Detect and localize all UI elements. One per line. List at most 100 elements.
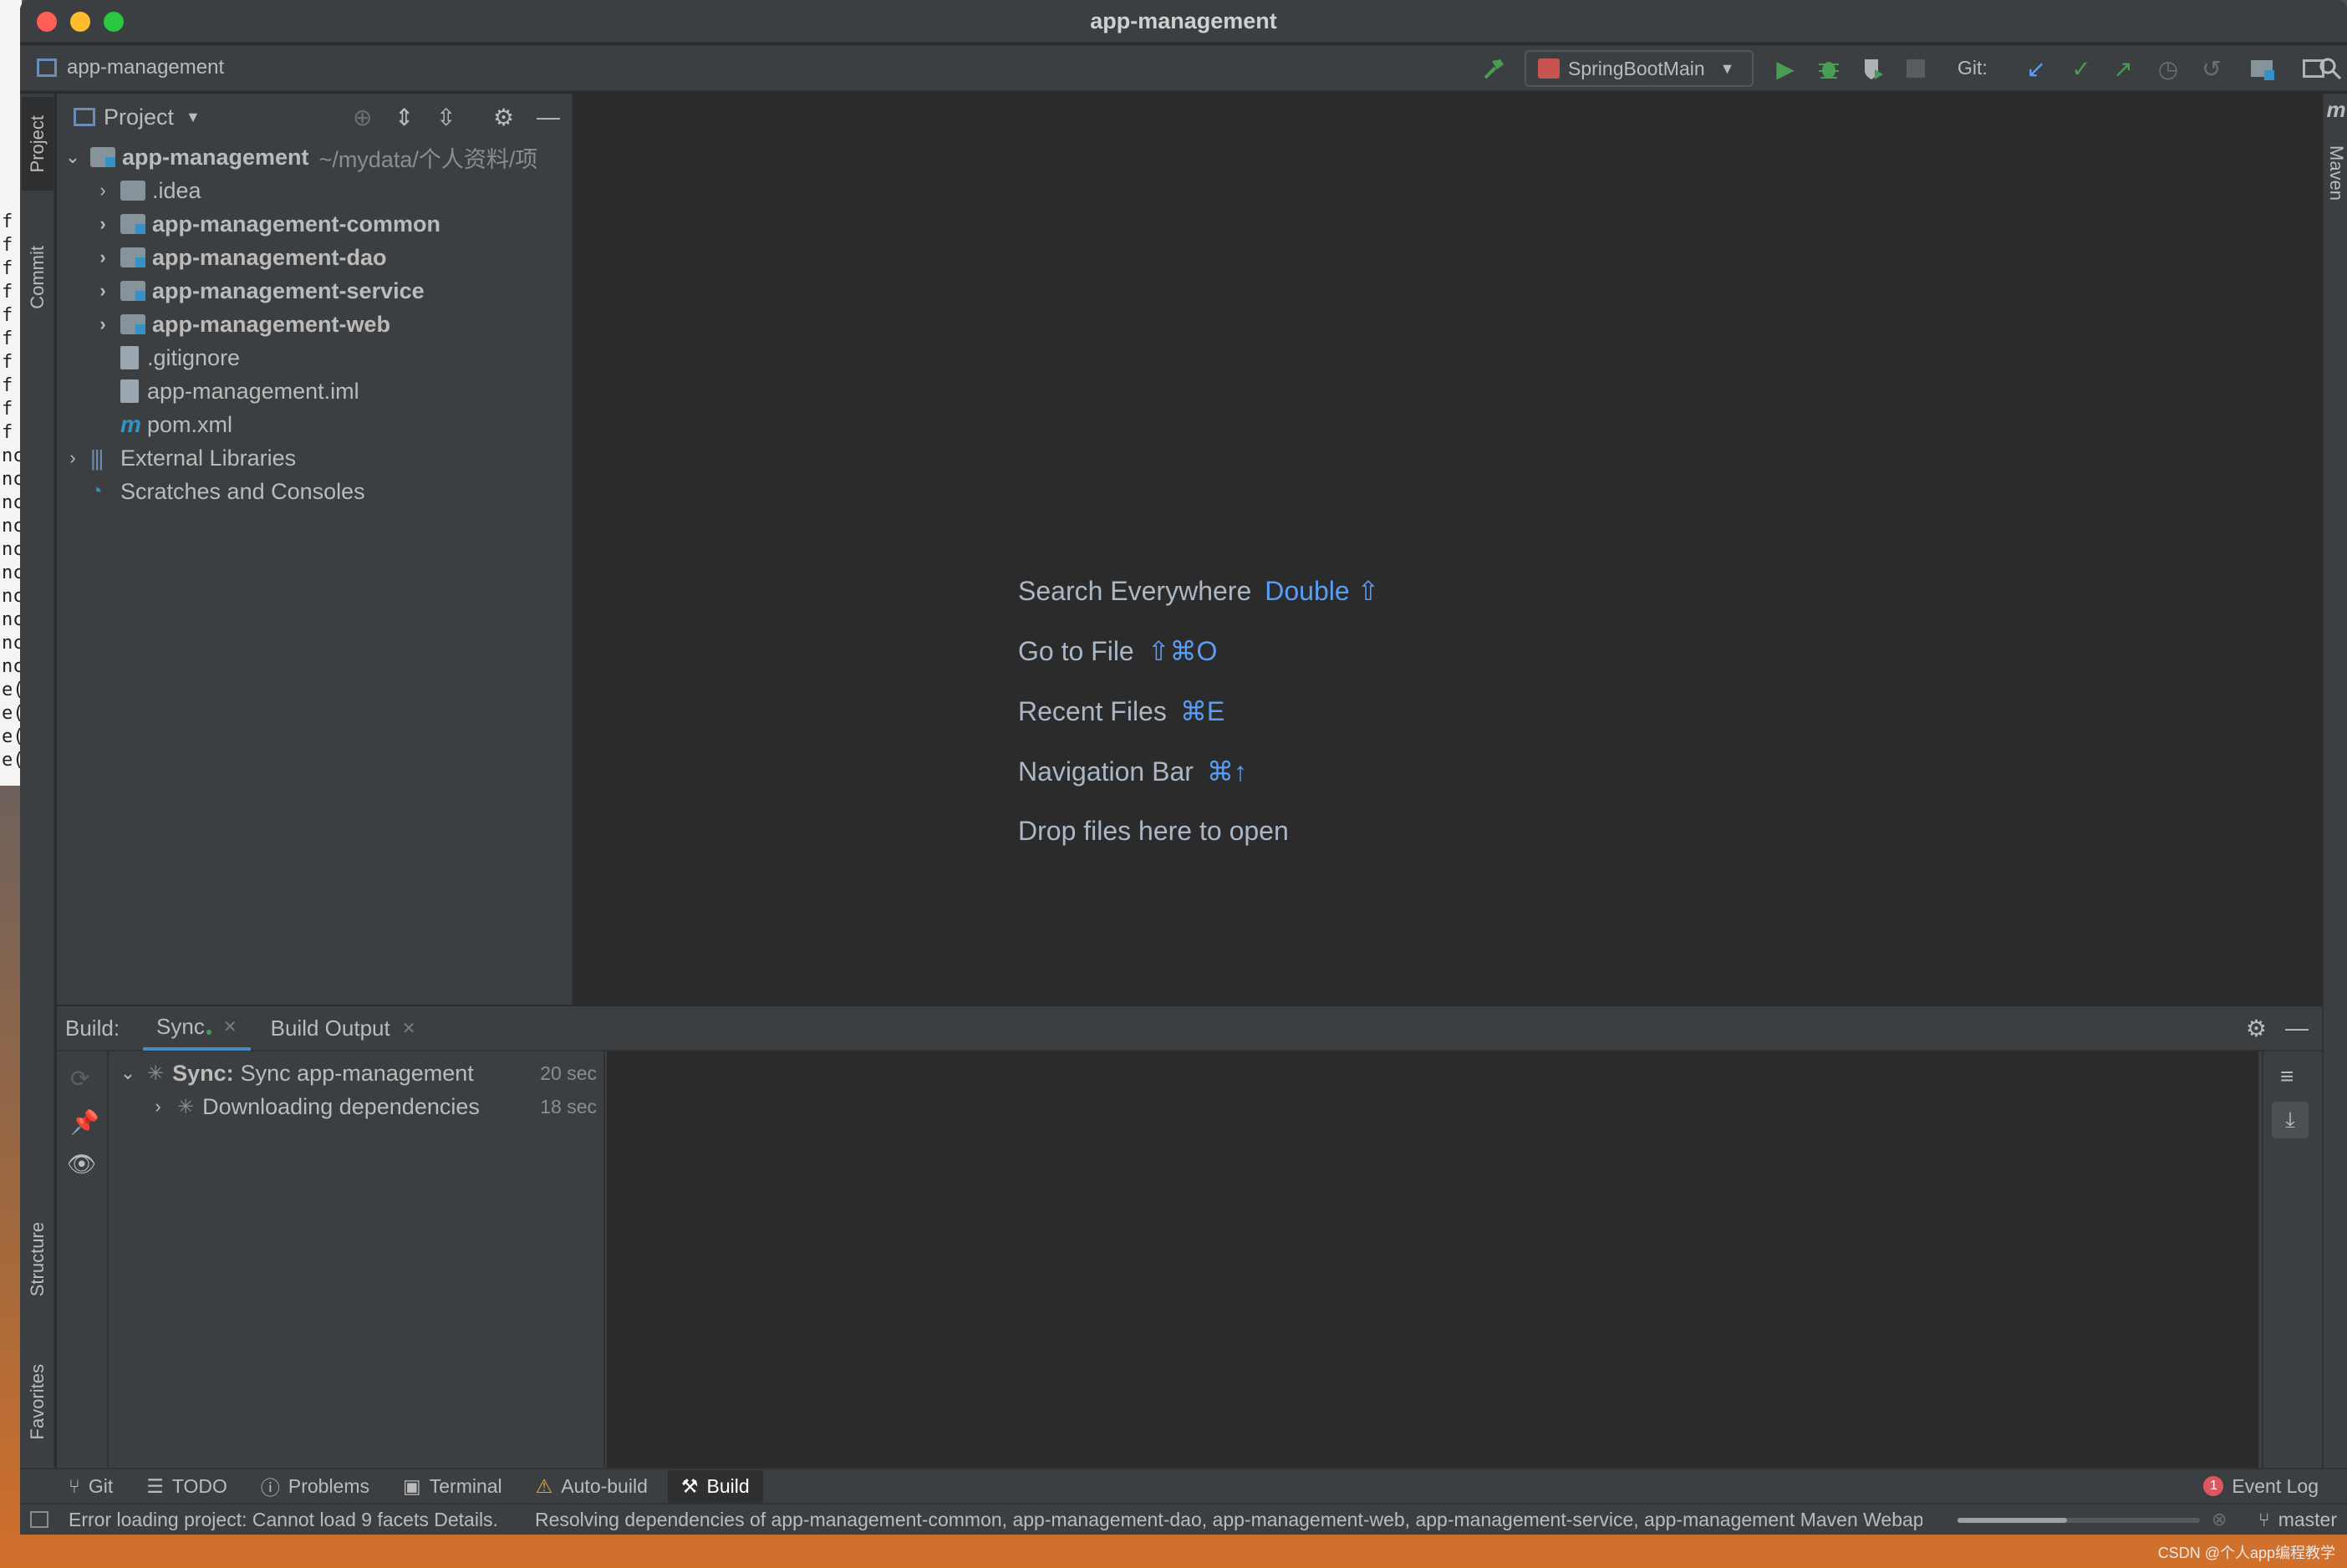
- tree-item-file[interactable]: app-management.iml: [57, 374, 573, 408]
- tree-item-external-libraries[interactable]: › ||| External Libraries: [57, 441, 573, 475]
- run-config-selector[interactable]: SpringBootMain ▼: [1525, 50, 1754, 87]
- debug-icon[interactable]: [1814, 53, 1844, 84]
- chevron-down-icon[interactable]: ⌄: [64, 146, 82, 168]
- scroll-to-end-icon[interactable]: ⤓: [2272, 1102, 2309, 1138]
- tree-item-scratches[interactable]: ◔ Scratches and Consoles: [57, 475, 573, 508]
- tab-project[interactable]: Project: [22, 97, 53, 191]
- hint-shortcut: Double ⇧: [1265, 576, 1380, 606]
- tab-favorites[interactable]: Favorites: [22, 1339, 53, 1464]
- background-window: f f f f f f f f f f nc nc nc nc nc nc nc nc nc nc e(e(e(e(: [0, 0, 22, 786]
- hint-go-to-file: Go to File ⇧⌘O: [1018, 635, 1217, 667]
- collapse-all-icon[interactable]: ⇳: [436, 104, 456, 131]
- close-icon[interactable]: ✕: [223, 1016, 237, 1037]
- tree-item-file[interactable]: m pom.xml: [57, 408, 573, 441]
- navbar-project-name[interactable]: app-management: [67, 56, 224, 79]
- background-text-line: nc: [2, 492, 22, 513]
- run-icon[interactable]: ▶: [1770, 53, 1800, 84]
- tab-maven[interactable]: Maven: [2320, 127, 2347, 219]
- tool-windows-icon[interactable]: [30, 1511, 48, 1528]
- expand-all-icon[interactable]: ⇕: [395, 104, 414, 131]
- watermark: CSDN @个人app编程教学: [2157, 1545, 2335, 1561]
- close-icon[interactable]: ✕: [402, 1018, 416, 1039]
- tab-build-label: Build: [706, 1474, 750, 1497]
- cancel-progress-icon[interactable]: ⊗: [2212, 1509, 2227, 1530]
- progress-fill: [1958, 1518, 2067, 1523]
- tab-commit[interactable]: Commit: [22, 219, 53, 336]
- tree-item-sync[interactable]: ⌄ ✳ Sync: Sync app-management 20 sec: [110, 1056, 605, 1090]
- gear-icon[interactable]: ⚙: [493, 104, 514, 131]
- history-icon[interactable]: ◷: [2153, 53, 2183, 84]
- chevron-right-icon[interactable]: ›: [94, 180, 112, 201]
- git-commit-icon[interactable]: ✓: [2066, 53, 2096, 84]
- chevron-right-icon[interactable]: ›: [64, 447, 82, 469]
- event-log-button[interactable]: 1 Event Log: [2203, 1475, 2319, 1498]
- pin-icon[interactable]: 📌: [70, 1108, 99, 1136]
- locate-icon[interactable]: ⊕: [353, 104, 372, 131]
- chevron-down-icon[interactable]: ▼: [186, 109, 201, 126]
- search-icon[interactable]: [2315, 53, 2345, 84]
- hide-panel-icon[interactable]: —: [2285, 1015, 2309, 1041]
- tab-todo-label: TODO: [171, 1474, 227, 1497]
- tab-problems[interactable]: ⓘ Problems: [261, 1472, 369, 1500]
- eye-icon[interactable]: 👁: [67, 1150, 97, 1178]
- run-config-name: SpringBootMain: [1568, 57, 1705, 79]
- tab-favorites-label: Favorites: [27, 1363, 48, 1440]
- stop-icon[interactable]: [1901, 53, 1931, 84]
- git-update-icon[interactable]: ↙: [2021, 53, 2051, 84]
- scratches-icon: ◔: [90, 480, 103, 502]
- download-time: 18 sec: [540, 1095, 597, 1117]
- chevron-right-icon[interactable]: ›: [94, 247, 112, 268]
- module-folder-icon: [120, 214, 145, 234]
- ignore-file-icon: [120, 346, 139, 369]
- tree-item-label: app-management-service: [152, 277, 425, 303]
- branch-icon: ⑂: [69, 1474, 80, 1497]
- chevron-down-icon[interactable]: ⌄: [119, 1062, 137, 1084]
- progress-bar: [1958, 1518, 2200, 1523]
- hide-panel-icon[interactable]: —: [537, 104, 560, 130]
- build-hammer-icon[interactable]: [1479, 53, 1510, 84]
- tree-item-module[interactable]: › app-management-common: [57, 207, 573, 241]
- rerun-icon[interactable]: ⟳: [70, 1065, 89, 1092]
- git-branch-widget[interactable]: ⑂ master: [2258, 1509, 2337, 1531]
- tab-maven-label: Maven: [2326, 145, 2347, 201]
- sync-text: Sync app-management: [240, 1060, 474, 1086]
- chevron-right-icon[interactable]: ›: [149, 1096, 167, 1117]
- rollback-icon[interactable]: ↺: [2197, 53, 2227, 84]
- tree-item-file[interactable]: .gitignore: [57, 341, 573, 374]
- background-text-line: e(: [2, 680, 22, 700]
- tab-structure[interactable]: Structure: [22, 1197, 53, 1322]
- tree-item-idea[interactable]: › .idea: [57, 174, 573, 207]
- tab-build-output[interactable]: Build Output ✕: [257, 1005, 430, 1051]
- background-text-line: f: [2, 211, 13, 232]
- editor-empty-area[interactable]: Search Everywhere Double ⇧ Go to File ⇧⌘O …: [575, 94, 2322, 1005]
- chevron-right-icon[interactable]: ›: [94, 313, 112, 335]
- soft-wrap-icon[interactable]: ≡: [2280, 1063, 2294, 1090]
- hint-recent-files: Recent Files ⌘E: [1018, 695, 1224, 727]
- tab-auto-build-label: Auto-build: [561, 1474, 648, 1497]
- tab-sync[interactable]: Sync ✕: [143, 1005, 251, 1051]
- tree-item-downloading[interactable]: › ✳ Downloading dependencies 18 sec: [110, 1090, 605, 1123]
- tree-item-module[interactable]: › app-management-dao: [57, 241, 573, 274]
- chevron-right-icon[interactable]: ›: [94, 213, 112, 235]
- tab-auto-build[interactable]: ⚠ Auto-build: [536, 1475, 648, 1498]
- git-push-icon[interactable]: ↗: [2108, 53, 2138, 84]
- tree-item-label: pom.xml: [147, 411, 233, 437]
- status-error-message[interactable]: Error loading project: Cannot load 9 fac…: [69, 1509, 498, 1531]
- main-toolbar: app-management SpringBootMain ▼ ▶ Git: ↙…: [20, 45, 2347, 92]
- build-console[interactable]: [607, 1051, 2258, 1468]
- project-structure-icon[interactable]: [2247, 53, 2277, 84]
- tab-commit-label: Commit: [27, 246, 48, 309]
- title-bar: app-management: [20, 0, 2347, 43]
- tab-git[interactable]: ⑂ Git: [69, 1475, 113, 1498]
- gear-icon[interactable]: ⚙: [2246, 1015, 2267, 1042]
- tab-build[interactable]: ⚒ Build: [667, 1469, 763, 1503]
- coverage-icon[interactable]: [1857, 53, 1887, 84]
- tree-root[interactable]: ⌄ app-management ~/mydata/个人资料/项: [57, 140, 573, 174]
- tab-todo[interactable]: ☰ TODO: [146, 1475, 227, 1498]
- project-view-title[interactable]: Project: [104, 104, 174, 130]
- background-text-line: nc: [2, 656, 22, 677]
- chevron-right-icon[interactable]: ›: [94, 280, 112, 302]
- tab-terminal[interactable]: ▣ Terminal: [403, 1475, 502, 1498]
- tree-item-module[interactable]: › app-management-web: [57, 308, 573, 341]
- tree-item-module[interactable]: › app-management-service: [57, 274, 573, 308]
